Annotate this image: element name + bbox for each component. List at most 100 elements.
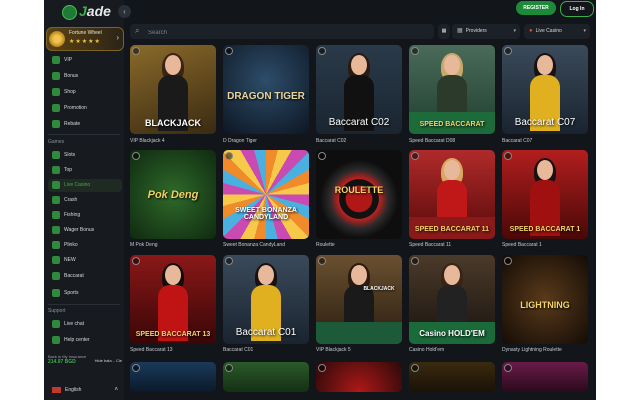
hide-balance-button[interactable]: Hide bala... Cle (95, 358, 122, 363)
game-tile-partial[interactable] (223, 362, 309, 392)
sidebar-item-live-chat[interactable]: Live chat (48, 318, 122, 331)
game-tile-baccarat-c07[interactable]: Baccarat C07 (502, 45, 588, 134)
favorite-icon[interactable] (132, 257, 140, 265)
grid-icon: ▦ (441, 28, 447, 34)
game-tile-partial[interactable] (130, 362, 216, 392)
game-overlay-title: BLACKJACK (363, 286, 395, 292)
game-tile-speed-baccarat-11[interactable]: SPEED BACCARAT 11 (409, 150, 495, 239)
fortune-wheel-banner[interactable]: Fortune Wheel ★★★★★ › (46, 27, 124, 51)
favorite-icon[interactable] (411, 152, 419, 160)
sidebar-item-promotion[interactable]: Promotion (48, 102, 122, 115)
game-tile-speed-baccarat-d08[interactable]: SPEED BACCARAT (409, 45, 495, 134)
sidebar-item-help-center[interactable]: Help center (48, 334, 122, 347)
top-icon (52, 165, 60, 174)
game-overlay-title: LIGHTNING (520, 300, 570, 310)
sidebar-item-top[interactable]: Top (48, 164, 122, 177)
game-overlay-title: Baccarat C07 (514, 117, 576, 128)
game-name: VIP Blackjack 5 (316, 347, 351, 353)
game-tile-sweet-bonanza[interactable]: SWEET BONANZA CANDYLAND (223, 150, 309, 239)
game-tile-speed-baccarat-13[interactable]: SPEED BACCARAT 13 (130, 255, 216, 344)
sidebar-item-vip[interactable]: VIP (48, 54, 122, 67)
dealer-image (530, 158, 560, 236)
sidebar-item-baccarat[interactable]: Baccarat (48, 270, 122, 283)
chat-icon (52, 319, 60, 328)
sidebar-item-crash[interactable]: Crash (48, 194, 122, 207)
game-tile-partial[interactable] (316, 362, 402, 392)
category-dropdown[interactable]: ● Live Casino ▾ (524, 24, 590, 39)
balance-promo: Back in My Insurance 214.97 BGD Hide bal… (48, 354, 122, 368)
favorite-icon[interactable] (504, 257, 512, 265)
favorite-icon[interactable] (318, 47, 326, 55)
game-tile-casino-holdem[interactable]: Casino HOLD'EM (409, 255, 495, 344)
favorite-icon[interactable] (225, 47, 233, 55)
game-tile-dynasty-lightning-roulette[interactable]: LIGHTNING (502, 255, 588, 344)
game-tile-roulette[interactable]: ROULETTE (316, 150, 402, 239)
sidebar-item-sports[interactable]: Sports (48, 287, 122, 300)
bonus-icon (52, 71, 60, 80)
collapse-sidebar-button[interactable]: ‹ (118, 5, 131, 18)
favorite-icon[interactable] (318, 257, 326, 265)
game-tile-pok-deng[interactable]: Pok Deng (130, 150, 216, 239)
sidebar-item-rebate[interactable]: Rebate (48, 118, 122, 131)
favorite-icon[interactable] (504, 364, 512, 372)
favorite-icon[interactable] (504, 152, 512, 160)
game-name: Baccarat C01 (223, 347, 254, 353)
providers-dropdown[interactable]: ▦ Providers ▾ (452, 24, 520, 39)
game-tile-vip-blackjack-5[interactable]: BLACKJACK (316, 255, 402, 344)
favorite-icon[interactable] (411, 47, 419, 55)
search-input[interactable] (146, 26, 430, 39)
favorite-icon[interactable] (225, 257, 233, 265)
sidebar-item-wager-bonus[interactable]: Wager Bonus (48, 224, 122, 237)
game-name: D Dragon Tiger (223, 138, 257, 144)
favorite-icon[interactable] (225, 152, 233, 160)
flag-icon (52, 386, 61, 393)
game-name: M Pok Deng (130, 242, 158, 248)
game-overlay-title: DRAGON TIGER (227, 91, 305, 102)
sidebar-item-fishing[interactable]: Fishing (48, 209, 122, 222)
game-tile-partial[interactable] (409, 362, 495, 392)
game-tile-speed-baccarat-1[interactable]: SPEED BACCARAT 1 (502, 150, 588, 239)
vip-icon (52, 55, 60, 64)
table-felt (316, 322, 402, 344)
game-tile-baccarat-c01[interactable]: Baccarat C01 (223, 255, 309, 344)
dealer-image (158, 263, 188, 341)
baccarat-icon (52, 271, 60, 280)
favorite-icon[interactable] (225, 364, 233, 372)
divider (48, 134, 120, 135)
favorite-icon[interactable] (411, 364, 419, 372)
shop-icon (52, 87, 60, 96)
game-overlay-title: SPEED BACCARAT 13 (135, 331, 211, 338)
register-button[interactable]: REGISTER (516, 1, 556, 15)
game-overlay-title: SWEET BONANZA CANDYLAND (235, 207, 297, 221)
sidebar-item-slots[interactable]: Slots (48, 149, 122, 162)
sidebar-item-plinko[interactable]: Plinko (48, 239, 122, 252)
sidebar-item-bonus[interactable]: Bonus (48, 70, 122, 83)
favorite-icon[interactable] (318, 364, 326, 372)
rebate-icon (52, 119, 60, 128)
search-icon: ⌕ (135, 26, 140, 35)
game-tile-dragon-tiger[interactable]: DRAGON TIGER (223, 45, 309, 134)
favorite-icon[interactable] (132, 152, 140, 160)
sidebar-item-shop[interactable]: Shop (48, 86, 122, 99)
game-tile-vip-blackjack-4[interactable]: BLACKJACK (130, 45, 216, 134)
favorite-icon[interactable] (132, 47, 140, 55)
game-tile-partial[interactable] (502, 362, 588, 392)
favorite-icon[interactable] (411, 257, 419, 265)
login-button[interactable]: Log In (560, 1, 594, 17)
search-bar: ⌕ (130, 24, 434, 39)
game-tile-baccarat-c02[interactable]: Baccarat C02 (316, 45, 402, 134)
favorite-icon[interactable] (504, 47, 512, 55)
chevron-up-icon: ˄ (114, 387, 118, 393)
game-name: VIP Blackjack 4 (130, 138, 165, 144)
sidebar: Jade Fortune Wheel ★★★★★ › VIP Bonus Sho… (44, 0, 124, 400)
sidebar-item-new[interactable]: NEW (48, 254, 122, 267)
favorite-icon[interactable] (132, 364, 140, 372)
favorite-icon[interactable] (318, 152, 326, 160)
sidebar-item-live-casino[interactable]: Live Casino (48, 179, 122, 192)
live-casino-icon: ● (529, 28, 533, 34)
grid-view-button[interactable]: ▦ (438, 24, 450, 39)
game-overlay-title: Pok Deng (147, 189, 199, 201)
game-name: Speed Baccarat 13 (130, 347, 173, 353)
brand-logo[interactable]: Jade (62, 3, 111, 20)
language-selector[interactable]: English ˄ (48, 384, 122, 397)
